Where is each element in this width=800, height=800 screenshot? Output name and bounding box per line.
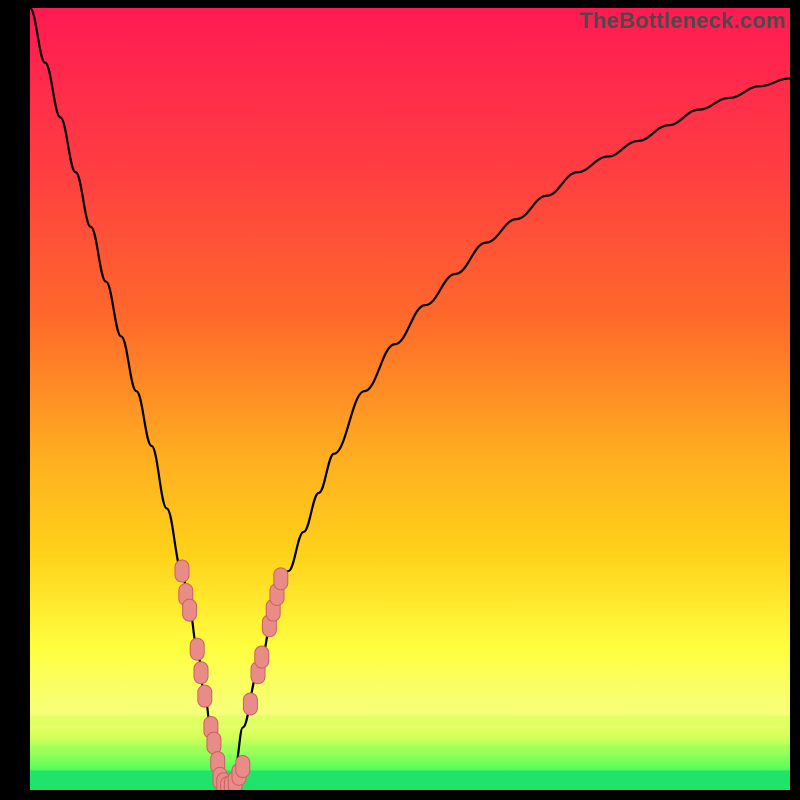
sample-point-7 xyxy=(207,732,221,754)
gradient-bg xyxy=(30,8,790,790)
sample-point-3 xyxy=(190,638,204,660)
chart-frame: TheBottleneck.com xyxy=(0,0,800,800)
sample-point-18 xyxy=(255,646,269,668)
sample-point-4 xyxy=(194,662,208,684)
watermark-text: TheBottleneck.com xyxy=(580,8,786,34)
chart-plot-area xyxy=(30,8,790,790)
chart-svg xyxy=(30,8,790,790)
sample-point-15 xyxy=(236,756,250,778)
band-2 xyxy=(30,745,790,754)
band-1 xyxy=(30,716,790,725)
band-green xyxy=(30,770,790,790)
sample-point-16 xyxy=(243,693,257,715)
sample-point-0 xyxy=(175,560,189,582)
sample-point-5 xyxy=(198,685,212,707)
sample-point-22 xyxy=(274,568,288,590)
sample-point-2 xyxy=(183,599,197,621)
